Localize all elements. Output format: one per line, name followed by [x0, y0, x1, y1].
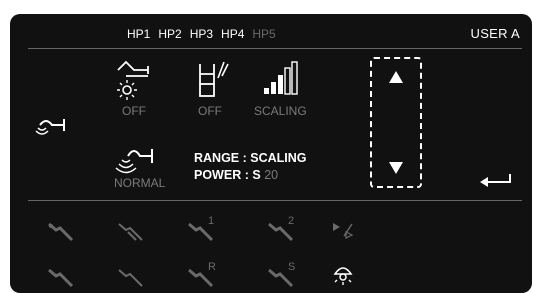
tool-label: 1	[208, 215, 214, 227]
tool-label: S	[288, 261, 295, 273]
handpiece-tabs: HP1 HP2 HP3 HP4 HP5	[127, 27, 276, 41]
tab-hp3[interactable]: HP3	[190, 27, 213, 41]
irrigation-mode: NORMAL	[114, 176, 166, 190]
range-power-info: RANGE : SCALING POWER : S 20	[194, 150, 307, 184]
triangle-up-icon[interactable]	[389, 71, 403, 83]
header-divider	[28, 48, 522, 49]
power-bars-icon[interactable]	[262, 60, 302, 96]
spray-status: OFF	[198, 104, 222, 118]
tab-hp1[interactable]: HP1	[127, 27, 150, 41]
instrument-icon[interactable]	[116, 266, 146, 290]
instrument-icon[interactable]: S	[266, 260, 302, 290]
power-mode: SCALING	[254, 104, 307, 118]
user-label[interactable]: USER A	[471, 26, 520, 41]
spray-icon[interactable]	[194, 58, 230, 102]
tab-hp2[interactable]: HP2	[158, 27, 181, 41]
tab-hp5[interactable]: HP5	[252, 27, 275, 41]
handpiece-icon[interactable]	[34, 115, 70, 137]
power-setting: S	[252, 168, 261, 182]
tool-label: R	[208, 261, 216, 273]
power-row: POWER : S 20	[194, 168, 279, 182]
range-row: RANGE : SCALING	[194, 151, 307, 165]
tool-label: 2	[288, 215, 294, 227]
instrument-icon[interactable]: 1	[186, 214, 222, 244]
tab-hp4[interactable]: HP4	[221, 27, 244, 41]
control-screen: HP1 HP2 HP3 HP4 HP5 USER A OFF OFF SCALI…	[10, 14, 532, 293]
range-label: RANGE	[194, 151, 240, 165]
enter-icon[interactable]	[478, 172, 514, 192]
power-value: 20	[264, 168, 279, 182]
scroll-control	[370, 57, 422, 188]
instrument-icon[interactable]: R	[186, 260, 222, 290]
range-value: SCALING	[250, 151, 307, 165]
instrument-icon[interactable]: 2	[266, 214, 302, 244]
light-status: OFF	[122, 104, 146, 118]
instrument-icon[interactable]	[46, 266, 76, 290]
power-label: POWER	[194, 168, 242, 182]
handpiece-light-icon[interactable]	[114, 58, 156, 102]
play-icon[interactable]	[330, 220, 356, 240]
irrigation-icon[interactable]	[114, 144, 158, 174]
light-icon[interactable]	[332, 262, 354, 288]
section-divider	[28, 200, 522, 201]
instrument-icon[interactable]	[46, 220, 76, 244]
instrument-icon[interactable]	[116, 220, 146, 244]
triangle-down-icon[interactable]	[389, 162, 403, 174]
